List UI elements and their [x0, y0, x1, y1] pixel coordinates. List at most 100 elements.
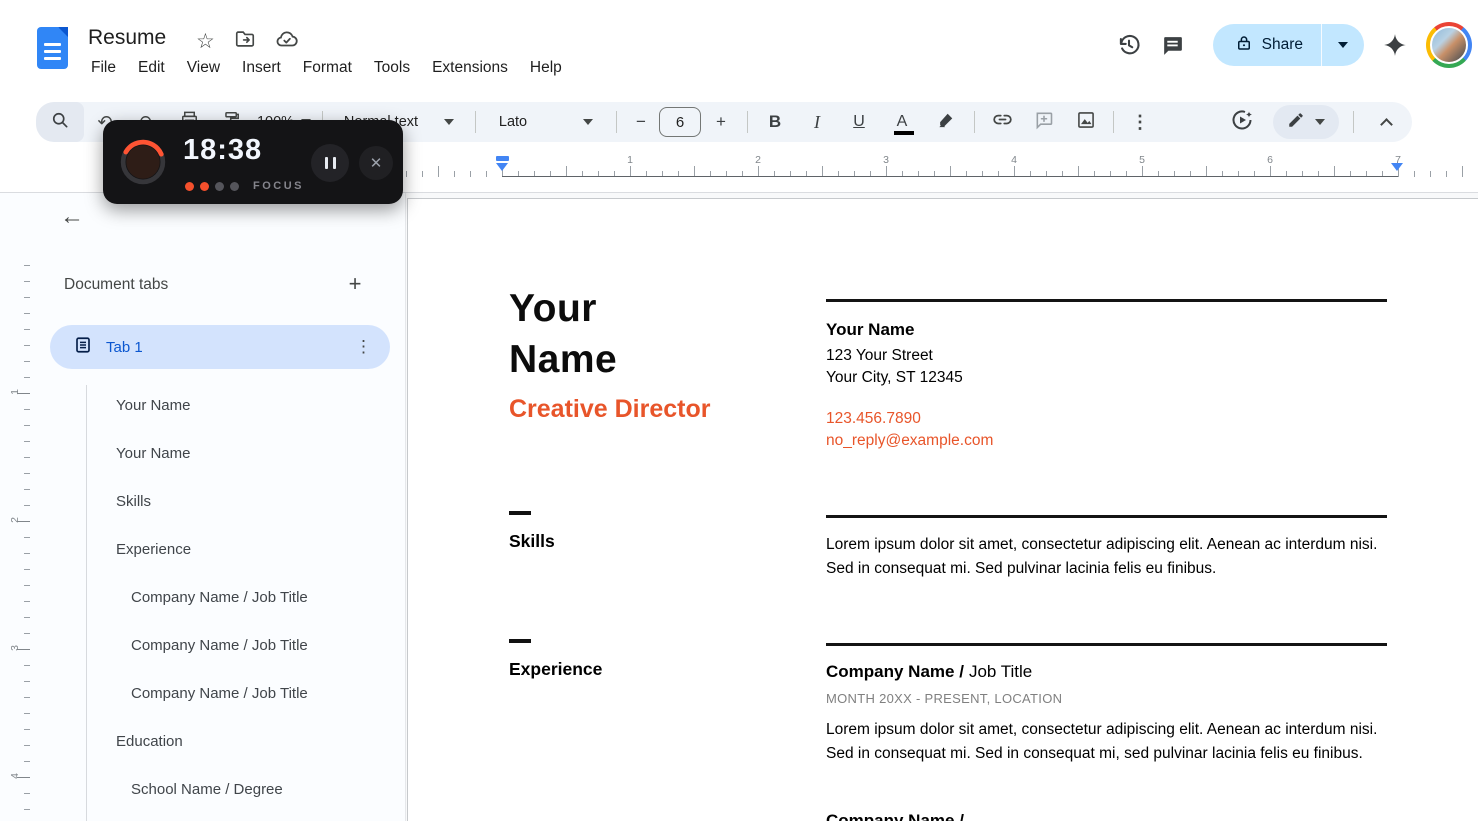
- star-icon[interactable]: ☆: [196, 29, 215, 54]
- highlighter-icon: [936, 110, 956, 135]
- right-indent-marker[interactable]: [1391, 163, 1403, 171]
- add-comment-button[interactable]: [1023, 102, 1065, 142]
- chevron-down-icon: [1338, 42, 1348, 48]
- document-page[interactable]: Your Name Creative Director Your Name 12…: [407, 198, 1478, 821]
- menu-help[interactable]: Help: [519, 55, 573, 81]
- menu-view[interactable]: View: [176, 55, 231, 81]
- insert-link-button[interactable]: [981, 102, 1023, 142]
- comments-icon[interactable]: [1151, 23, 1195, 67]
- version-history-icon[interactable]: [1107, 23, 1151, 67]
- font-family-select[interactable]: Lato: [482, 102, 610, 142]
- lock-icon: [1235, 34, 1253, 57]
- outline-item[interactable]: Education: [0, 717, 406, 765]
- ruler-number: 2: [9, 510, 21, 530]
- italic-button[interactable]: I: [796, 102, 838, 142]
- ruler-number: 3: [9, 638, 21, 658]
- font-size-input[interactable]: 6: [659, 107, 701, 137]
- timer-progress-dial: [120, 139, 166, 185]
- section-rule: [826, 643, 1387, 646]
- outline-item[interactable]: Company Name / Job Title: [0, 573, 406, 621]
- resume-role: Creative Director: [509, 395, 710, 424]
- image-icon: [1076, 110, 1096, 135]
- google-docs-window: Resume ☆ File Edit View Insert Format To…: [0, 0, 1478, 821]
- comment-add-icon: [1034, 110, 1054, 135]
- underline-button[interactable]: U: [838, 102, 880, 142]
- close-panel-button[interactable]: ←: [56, 201, 88, 233]
- chevron-down-icon: [444, 119, 454, 125]
- more-options-button[interactable]: ⋮: [1120, 102, 1160, 142]
- insert-image-button[interactable]: [1065, 102, 1107, 142]
- google-docs-logo-icon[interactable]: [37, 27, 68, 69]
- outline-item[interactable]: Skills: [0, 477, 406, 525]
- ruler-number: 4: [1011, 154, 1017, 166]
- contact-city: Your City, ST 12345: [826, 369, 963, 387]
- experience-heading: Experience: [509, 659, 602, 680]
- first-line-indent-marker[interactable]: [496, 156, 509, 161]
- company-name: Company Name /: [826, 662, 964, 681]
- account-avatar[interactable]: [1426, 22, 1472, 68]
- experience-entry-meta: MONTH 20XX - PRESENT, LOCATION: [826, 691, 1062, 706]
- editing-mode-select[interactable]: [1273, 105, 1339, 139]
- add-tab-button[interactable]: +: [340, 269, 370, 299]
- share-dropdown-button[interactable]: [1322, 24, 1364, 66]
- hide-menus-button[interactable]: [1360, 102, 1412, 142]
- ruler-number: 3: [883, 154, 889, 166]
- present-motion-button[interactable]: [1219, 102, 1265, 142]
- timer-session-dots: FOCUS: [185, 180, 304, 192]
- decrease-font-size-button[interactable]: −: [623, 102, 659, 142]
- document-title[interactable]: Resume: [88, 26, 166, 50]
- section-dash: [509, 639, 531, 643]
- document-tabs-panel: ← Document tabs + Tab 1 ⋮ Your Name Your…: [0, 193, 406, 821]
- focus-timer-widget[interactable]: 18:38 FOCUS ✕: [103, 120, 403, 204]
- left-indent-marker[interactable]: [496, 163, 508, 171]
- tab-options-button[interactable]: ⋮: [337, 337, 390, 357]
- move-folder-icon[interactable]: [234, 28, 256, 55]
- ruler-number: 4: [9, 766, 21, 786]
- share-button-group: Share: [1213, 24, 1364, 66]
- contact-street: 123 Your Street: [826, 347, 933, 365]
- avatar-photo: [1430, 26, 1468, 64]
- tabs-panel-title: Document tabs: [64, 276, 168, 294]
- menu-edit[interactable]: Edit: [127, 55, 176, 81]
- link-icon: [992, 109, 1013, 135]
- section-rule: [826, 299, 1387, 302]
- menu-insert[interactable]: Insert: [231, 55, 292, 81]
- ruler-number: 1: [627, 154, 633, 166]
- tab-item-active[interactable]: Tab 1 ⋮: [50, 325, 390, 369]
- ruler-number: 5: [1139, 154, 1145, 166]
- outline-item[interactable]: School Name / Degree: [0, 765, 406, 813]
- outline-item[interactable]: Your Name: [0, 429, 406, 477]
- gemini-sparkle-icon[interactable]: [1378, 23, 1412, 67]
- share-button[interactable]: Share: [1213, 24, 1321, 66]
- job-title: Job Title: [969, 662, 1032, 681]
- cloud-saved-icon[interactable]: [275, 27, 299, 56]
- skills-heading: Skills: [509, 531, 555, 552]
- timer-pause-button[interactable]: [311, 144, 349, 182]
- menu-extensions[interactable]: Extensions: [421, 55, 519, 81]
- vertical-ruler: 1 2 3 4: [14, 260, 34, 821]
- bold-button[interactable]: B: [754, 102, 796, 142]
- ruler-number: 1: [9, 382, 21, 402]
- resume-name-heading: Your Name: [509, 283, 617, 385]
- outline-item[interactable]: Company Name / Job Title: [0, 621, 406, 669]
- section-rule: [826, 515, 1387, 518]
- outline-item[interactable]: Your Name: [0, 381, 406, 429]
- contact-name: Your Name: [826, 320, 915, 340]
- outline-item[interactable]: Experience: [0, 525, 406, 573]
- experience-next-entry: Company Name /: [826, 811, 964, 821]
- outline-item[interactable]: Company Name / Job Title: [0, 669, 406, 717]
- increase-font-size-button[interactable]: +: [701, 102, 741, 142]
- text-color-button[interactable]: A: [880, 102, 924, 142]
- contact-email: no_reply@example.com: [826, 432, 993, 450]
- menu-tools[interactable]: Tools: [363, 55, 421, 81]
- section-dash: [509, 511, 531, 515]
- search-menus-button[interactable]: [36, 102, 84, 142]
- experience-entry-body: Lorem ipsum dolor sit amet, consectetur …: [826, 718, 1389, 765]
- share-label: Share: [1262, 36, 1303, 54]
- highlight-color-button[interactable]: [924, 102, 968, 142]
- menu-file[interactable]: File: [80, 55, 127, 81]
- chevron-down-icon: [583, 119, 593, 125]
- timer-close-button[interactable]: ✕: [359, 146, 393, 180]
- menu-format[interactable]: Format: [292, 55, 363, 81]
- chevron-up-icon: [1380, 118, 1393, 131]
